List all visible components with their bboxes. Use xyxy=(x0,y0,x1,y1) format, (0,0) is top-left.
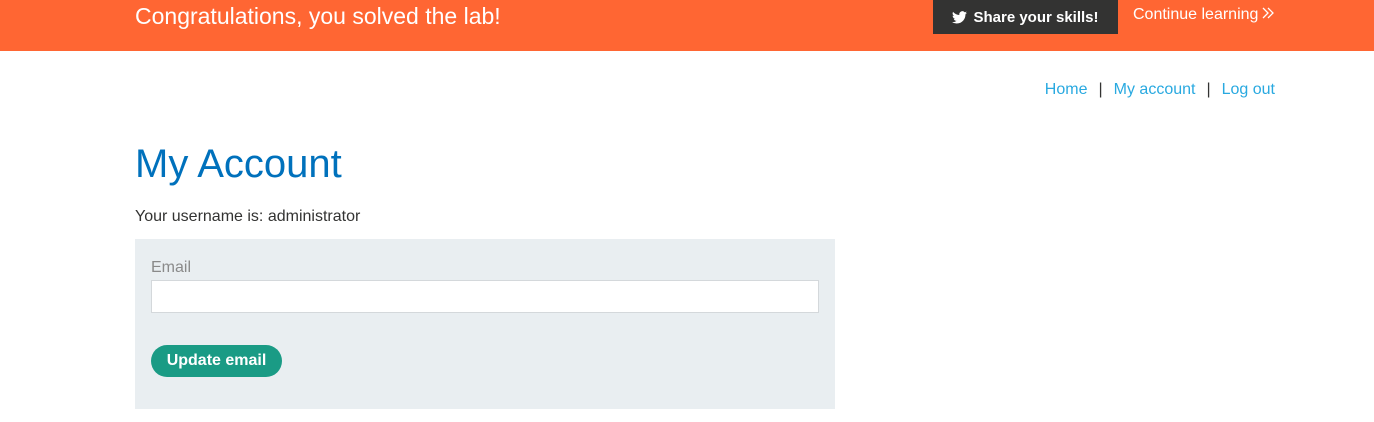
email-field[interactable] xyxy=(151,280,819,313)
page-title: My Account xyxy=(135,142,342,186)
share-skills-button[interactable]: Share your skills! xyxy=(933,0,1118,34)
nav-log-out-link[interactable]: Log out xyxy=(1222,81,1275,99)
username-display: Your username is: administrator xyxy=(135,208,361,225)
lab-solved-banner: Congratulations, you solved the lab! Sha… xyxy=(0,0,1374,51)
nav-my-account-link[interactable]: My account xyxy=(1114,81,1196,99)
share-skills-label: Share your skills! xyxy=(973,8,1099,26)
continue-learning-link[interactable]: Continue learning xyxy=(1133,6,1275,24)
banner-message: Congratulations, you solved the lab! xyxy=(135,3,501,29)
email-field-label: Email xyxy=(151,259,192,276)
top-navigation: Home | My account | Log out xyxy=(1045,81,1275,99)
update-email-button[interactable]: Update email xyxy=(151,345,282,377)
nav-home-link[interactable]: Home xyxy=(1045,81,1088,99)
change-email-form: Email Update email xyxy=(135,239,835,409)
double-chevron-right-icon xyxy=(1262,6,1275,24)
continue-learning-label: Continue learning xyxy=(1133,6,1259,23)
nav-separator: | xyxy=(1098,81,1103,98)
twitter-icon xyxy=(952,10,968,24)
nav-separator: | xyxy=(1206,81,1211,98)
